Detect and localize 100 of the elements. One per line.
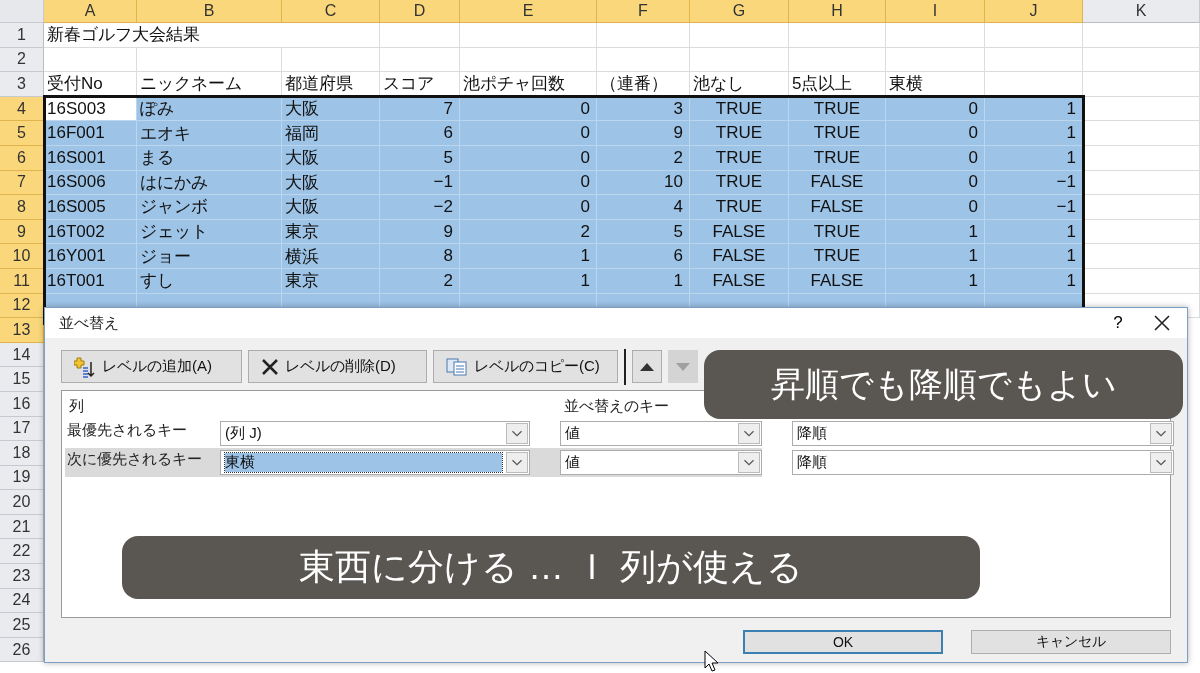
column-header[interactable]: E bbox=[460, 0, 597, 23]
table-cell: FALSE bbox=[690, 244, 789, 269]
dropdown-icon[interactable] bbox=[738, 452, 760, 473]
table-cell: 16S006 bbox=[44, 170, 137, 196]
column-dropdown[interactable]: 東横 bbox=[220, 450, 530, 475]
level-label[interactable]: 次に優先されるキー bbox=[65, 448, 220, 469]
column-dropdown[interactable]: (列 J) bbox=[220, 421, 530, 446]
help-button[interactable]: ? bbox=[1103, 313, 1133, 333]
column-header[interactable]: F bbox=[597, 0, 690, 23]
table-cell: TRUE bbox=[690, 96, 789, 122]
row-header[interactable]: 12 bbox=[0, 293, 44, 319]
table-cell: 大阪 bbox=[282, 170, 380, 196]
row-header[interactable]: 22 bbox=[0, 539, 44, 565]
order-dropdown[interactable]: 降順 bbox=[792, 450, 1174, 475]
table-cell: 16T001 bbox=[44, 268, 137, 294]
table-cell: 0 bbox=[886, 170, 985, 196]
column-header[interactable]: A bbox=[44, 0, 137, 23]
table-cell: 大阪 bbox=[282, 195, 380, 220]
table-cell: −1 bbox=[380, 170, 460, 196]
delete-icon bbox=[261, 357, 279, 376]
table-cell: 0 bbox=[460, 145, 597, 171]
table-cell: 16T002 bbox=[44, 219, 137, 245]
table-cell: 0 bbox=[460, 195, 597, 220]
row-header[interactable]: 4 bbox=[0, 96, 44, 122]
toolbar-button[interactable]: レベルの追加(A) bbox=[61, 350, 242, 383]
table-cell: TRUE bbox=[690, 121, 789, 146]
table-cell: 5 bbox=[380, 145, 460, 171]
table-cell: 16S003 bbox=[44, 96, 137, 122]
table-cell: 池ポチャ回数 bbox=[460, 72, 597, 97]
dropdown-icon[interactable] bbox=[506, 423, 528, 444]
dropdown-icon[interactable] bbox=[738, 423, 760, 444]
column-header[interactable]: J bbox=[985, 0, 1083, 23]
row-header[interactable]: 16 bbox=[0, 391, 44, 417]
table-cell: −2 bbox=[380, 195, 460, 220]
ok-button[interactable]: OK bbox=[743, 630, 943, 654]
table-cell: 16Y001 bbox=[44, 244, 137, 269]
table-cell: 4 bbox=[597, 195, 690, 220]
dropdown-icon[interactable] bbox=[1150, 452, 1172, 473]
column-header[interactable]: I bbox=[886, 0, 985, 23]
order-dropdown[interactable]: 降順 bbox=[792, 421, 1174, 446]
column-header[interactable]: D bbox=[380, 0, 460, 23]
sort-on-dropdown[interactable]: 値 bbox=[560, 450, 762, 475]
cancel-button[interactable]: キャンセル bbox=[971, 630, 1171, 654]
row-header[interactable]: 20 bbox=[0, 490, 44, 515]
dropdown-icon[interactable] bbox=[506, 452, 528, 473]
column-header[interactable]: C bbox=[282, 0, 380, 23]
dropdown-icon[interactable] bbox=[1150, 423, 1172, 444]
row-header[interactable]: 21 bbox=[0, 514, 44, 540]
row-header[interactable]: 17 bbox=[0, 416, 44, 442]
table-cell: TRUE bbox=[789, 121, 886, 146]
row-header[interactable]: 9 bbox=[0, 219, 44, 245]
row-header[interactable]: 14 bbox=[0, 342, 44, 368]
table-cell: 0 bbox=[460, 170, 597, 196]
column-header[interactable]: G bbox=[690, 0, 789, 23]
row-header[interactable]: 15 bbox=[0, 367, 44, 392]
row-header[interactable]: 6 bbox=[0, 145, 44, 171]
level-label[interactable]: 最優先されるキー bbox=[65, 419, 220, 440]
table-cell: ぽみ bbox=[137, 96, 282, 122]
row-header[interactable]: 11 bbox=[0, 268, 44, 294]
table-cell: −1 bbox=[985, 170, 1083, 196]
row-header[interactable]: 10 bbox=[0, 244, 44, 269]
row-header[interactable]: 24 bbox=[0, 588, 44, 614]
row-header[interactable]: 8 bbox=[0, 195, 44, 220]
sort-on-dropdown[interactable]: 値 bbox=[560, 421, 762, 446]
table-cell: 大阪 bbox=[282, 96, 380, 122]
row-header[interactable]: 23 bbox=[0, 564, 44, 589]
table-cell: 福岡 bbox=[282, 121, 380, 146]
row-header[interactable]: 1 bbox=[0, 23, 44, 48]
row-header[interactable]: 3 bbox=[0, 72, 44, 97]
table-cell: 東京 bbox=[282, 268, 380, 294]
table-cell: 1 bbox=[886, 268, 985, 294]
row-header[interactable]: 25 bbox=[0, 613, 44, 638]
row-header[interactable]: 7 bbox=[0, 170, 44, 196]
table-cell: FALSE bbox=[789, 268, 886, 294]
table-cell: TRUE bbox=[789, 244, 886, 269]
table-cell: 横浜 bbox=[282, 244, 380, 269]
row-header[interactable]: 2 bbox=[0, 47, 44, 73]
table-cell: 1 bbox=[886, 219, 985, 245]
move-up-button[interactable] bbox=[632, 350, 662, 383]
table-cell: 1 bbox=[460, 268, 597, 294]
column-header[interactable]: H bbox=[789, 0, 886, 23]
column-header[interactable]: K bbox=[1083, 0, 1200, 23]
table-cell: 0 bbox=[886, 145, 985, 171]
table-cell: 1 bbox=[985, 219, 1083, 245]
row-header[interactable]: 19 bbox=[0, 465, 44, 491]
row-header[interactable]: 26 bbox=[0, 637, 44, 663]
row-header[interactable]: 13 bbox=[0, 318, 44, 343]
table-cell: ジョー bbox=[137, 244, 282, 269]
column-header[interactable]: B bbox=[137, 0, 282, 23]
table-cell: 0 bbox=[460, 121, 597, 146]
toolbar-button[interactable]: レベルの削除(D) bbox=[248, 350, 427, 383]
table-cell: 6 bbox=[597, 244, 690, 269]
table-cell: ジャンボ bbox=[137, 195, 282, 220]
table-cell: （連番） bbox=[597, 72, 690, 97]
table-cell: 7 bbox=[380, 96, 460, 122]
table-cell: TRUE bbox=[690, 145, 789, 171]
row-header[interactable]: 5 bbox=[0, 121, 44, 146]
row-header[interactable]: 18 bbox=[0, 441, 44, 466]
toolbar-button[interactable]: レベルのコピー(C) bbox=[433, 350, 618, 383]
table-cell: 東京 bbox=[282, 219, 380, 245]
